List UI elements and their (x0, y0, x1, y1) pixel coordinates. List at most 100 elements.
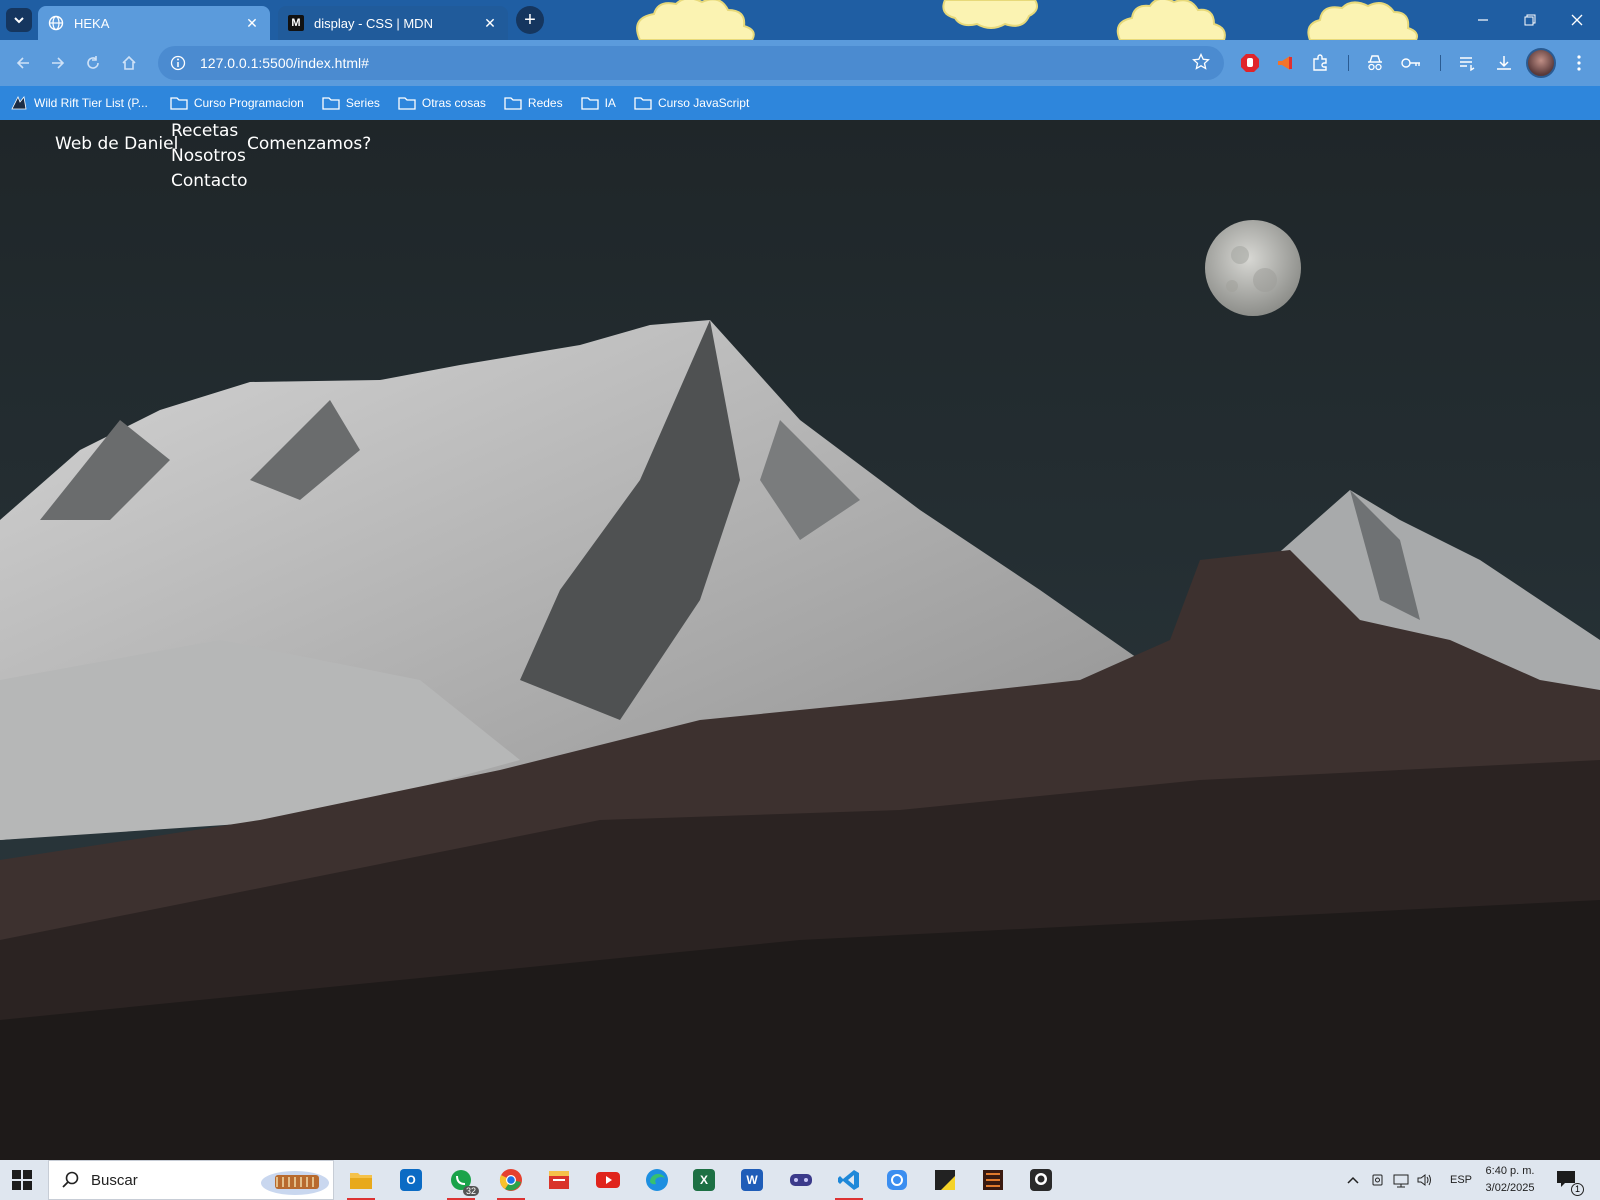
home-button[interactable] (118, 52, 140, 74)
tab-title: HEKA (74, 15, 110, 31)
bookshelf-icon (983, 1170, 1003, 1190)
github-icon (1030, 1169, 1052, 1191)
profile-avatar[interactable] (1526, 48, 1556, 78)
nav-link-recetas[interactable]: Recetas (171, 121, 238, 141)
folder-icon (350, 1173, 372, 1189)
reload-icon (87, 56, 99, 69)
new-tab-button[interactable]: + (516, 6, 544, 34)
minimize-icon (1478, 19, 1488, 21)
taskbar-sticky-notes[interactable] (927, 1164, 963, 1196)
taskbar-vscode[interactable] (831, 1164, 867, 1200)
search-icon (62, 1171, 79, 1188)
folder-icon (322, 95, 340, 111)
incognito-icon[interactable] (1364, 52, 1386, 74)
bookmark-folder-series[interactable]: Series (322, 95, 380, 111)
notifications-button[interactable]: 1 (1556, 1170, 1584, 1196)
taskbar-file-explorer[interactable] (343, 1164, 379, 1200)
address-text[interactable]: 127.0.0.1:5500/index.html# (200, 55, 369, 71)
volume-icon[interactable] (1416, 1172, 1434, 1188)
system-tray: ESP (1346, 1160, 1472, 1200)
taskbar-game-app[interactable] (783, 1164, 819, 1196)
taskbar-github-desktop[interactable] (1023, 1164, 1059, 1196)
chrome-icon (499, 1169, 522, 1191)
taskbar-search-box[interactable]: Buscar (48, 1160, 334, 1200)
taskbar-edge[interactable] (639, 1164, 675, 1196)
input-language[interactable]: ESP (1450, 1174, 1472, 1186)
taskbar-outlook[interactable]: O (393, 1164, 429, 1196)
extensions-puzzle-icon[interactable] (1309, 52, 1331, 74)
outlook-icon: O (400, 1169, 422, 1191)
bookmark-label: Otras cosas (421, 96, 486, 110)
tab-search-button[interactable] (6, 8, 32, 32)
restore-button[interactable] (1515, 8, 1545, 32)
folder-icon (170, 95, 188, 111)
chevron-down-icon (14, 17, 24, 24)
arrow-left-icon (16, 57, 29, 69)
device-icon[interactable] (1370, 1172, 1386, 1188)
nav-link-nosotros[interactable]: Nosotros (171, 146, 246, 166)
bookmark-wild-rift[interactable]: Wild Rift Tier List (P... (10, 95, 148, 111)
reload-button[interactable] (82, 52, 104, 74)
close-window-button[interactable] (1562, 8, 1592, 32)
taskbar-word[interactable]: W (734, 1164, 770, 1196)
adblock-extension-icon[interactable] (1239, 52, 1261, 74)
kebab-menu-icon[interactable] (1568, 52, 1590, 74)
chevron-up-icon[interactable] (1346, 1173, 1360, 1187)
arrow-right-icon (52, 57, 65, 69)
tab-mdn-display[interactable]: M display - CSS | MDN ✕ (278, 6, 508, 40)
cta-comenzamos-link[interactable]: Comenzamos? (247, 134, 371, 154)
system-clock[interactable]: 6:40 p. m. 3/02/2025 (1480, 1163, 1540, 1197)
mdn-icon: M (288, 15, 304, 31)
plus-icon: + (524, 8, 536, 31)
windows-start-icon[interactable] (12, 1170, 32, 1190)
address-bar[interactable]: 127.0.0.1:5500/index.html# (158, 46, 1224, 80)
network-icon[interactable] (1392, 1172, 1410, 1188)
browser-toolbar: 127.0.0.1:5500/index.html# (0, 40, 1600, 86)
taskbar-blue-app[interactable] (879, 1164, 915, 1196)
download-icon[interactable] (1493, 52, 1515, 74)
tab-title: display - CSS | MDN (314, 15, 433, 31)
gamepad-icon (790, 1174, 812, 1186)
notes-app-icon (549, 1171, 569, 1189)
password-key-icon[interactable] (1400, 52, 1422, 74)
bookmark-label: Curso JavaScript (657, 96, 750, 110)
globe-icon (48, 15, 64, 31)
edge-icon (646, 1169, 668, 1191)
taskbar-youtube[interactable] (590, 1164, 626, 1196)
bookmark-folder-redes[interactable]: Redes (504, 95, 563, 111)
taskbar-whatsapp[interactable]: 32 (443, 1164, 479, 1200)
taskbar-chrome[interactable] (493, 1164, 529, 1200)
nav-link-contacto[interactable]: Contacto (171, 171, 248, 191)
megaphone-extension-icon[interactable] (1274, 52, 1296, 74)
toolbar-separator (1440, 55, 1441, 71)
minimize-button[interactable] (1468, 8, 1498, 32)
clock-time: 6:40 p. m. (1485, 1165, 1535, 1177)
word-icon: W (741, 1169, 763, 1191)
taskbar-notes-app[interactable] (541, 1164, 577, 1196)
bookmark-label: Series (345, 96, 380, 110)
bookmark-folder-ia[interactable]: IA (580, 95, 616, 111)
close-tab-icon[interactable]: ✕ (482, 15, 498, 32)
site-icon (10, 95, 28, 111)
moon (1205, 220, 1301, 316)
site-info-icon[interactable] (166, 51, 190, 75)
bookmark-star-icon[interactable] (1192, 52, 1210, 76)
taskbar-excel[interactable]: X (686, 1164, 722, 1196)
back-button[interactable] (12, 52, 34, 74)
forward-button[interactable] (47, 52, 69, 74)
bookmark-folder-otras-cosas[interactable]: Otras cosas (398, 95, 486, 111)
excel-icon: X (693, 1169, 715, 1191)
windows-taskbar: Buscar O 32 X W ESP 6:40 p. m. 3/02/2025… (0, 1160, 1600, 1200)
toolbar-separator (1348, 55, 1349, 71)
bookmark-folder-curso-programacion[interactable]: Curso Programacion (170, 95, 304, 111)
web-page-viewport: Web de Daniel Recetas Nosotros Contacto … (0, 120, 1600, 1160)
bookmark-folder-curso-javascript[interactable]: Curso JavaScript (634, 95, 749, 111)
taskbar-library-app[interactable] (975, 1164, 1011, 1196)
reading-list-icon[interactable] (1456, 52, 1478, 74)
tab-heka[interactable]: HEKA ✕ (38, 6, 270, 40)
close-tab-icon[interactable]: ✕ (244, 15, 260, 32)
site-brand[interactable]: Web de Daniel (55, 134, 178, 154)
close-icon (1571, 14, 1583, 26)
folder-icon (504, 95, 522, 111)
folder-icon (580, 95, 599, 111)
